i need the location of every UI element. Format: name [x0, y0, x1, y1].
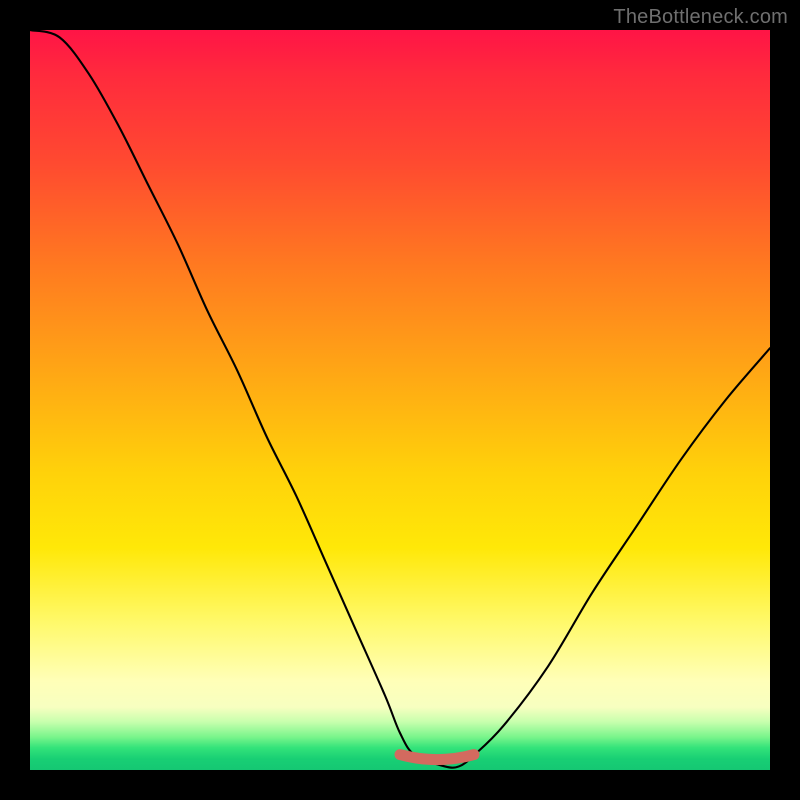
watermark-text: TheBottleneck.com	[613, 6, 788, 29]
bottleneck-curve	[30, 30, 770, 768]
highlight-band	[400, 755, 474, 760]
chart-frame: TheBottleneck.com	[0, 0, 800, 800]
bottleneck-curve-svg	[30, 30, 770, 770]
plot-area	[30, 30, 770, 770]
